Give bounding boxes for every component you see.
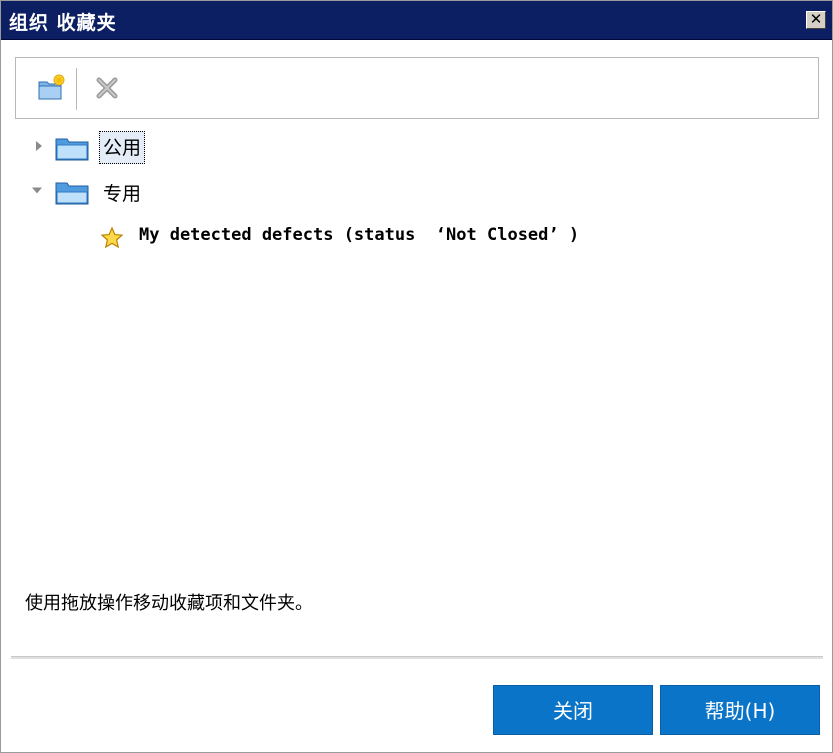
delete-icon xyxy=(96,77,118,99)
drag-drop-hint: 使用拖放操作移动收藏项和文件夹。 xyxy=(25,593,313,614)
tree-node-private[interactable]: 专用 xyxy=(27,173,227,209)
close-window-button[interactable]: ✕ xyxy=(806,11,826,29)
tree-node-label[interactable]: 专用 xyxy=(103,179,141,206)
organize-favorites-dialog: 组织 收藏夹 ✕ 公用 专用 My detected defects (stat… xyxy=(0,0,833,753)
close-button[interactable]: 关闭 xyxy=(493,685,653,735)
new-folder-icon xyxy=(38,74,65,100)
favorite-item[interactable]: My detected defects (status ‘Not Closed’… xyxy=(101,221,701,257)
footer-divider xyxy=(11,656,823,659)
dialog-title: 组织 收藏夹 xyxy=(9,12,117,34)
help-button[interactable]: 帮助(H) xyxy=(660,685,820,735)
folder-icon xyxy=(55,138,89,161)
delete-button[interactable] xyxy=(92,73,122,103)
toolbar-separator xyxy=(76,68,77,110)
collapse-arrow-icon[interactable] xyxy=(32,185,42,195)
title-bar[interactable]: 组织 收藏夹 ✕ xyxy=(1,1,832,40)
favorite-label[interactable]: My detected defects (status ‘Not Closed’… xyxy=(139,225,579,245)
expand-arrow-icon[interactable] xyxy=(34,141,44,151)
toolbar xyxy=(15,57,819,119)
new-folder-button[interactable] xyxy=(36,73,66,103)
tree-node-label[interactable]: 公用 xyxy=(99,131,146,164)
star-icon xyxy=(101,227,123,249)
tree-node-public[interactable]: 公用 xyxy=(27,129,227,165)
open-folder-icon xyxy=(55,182,89,205)
